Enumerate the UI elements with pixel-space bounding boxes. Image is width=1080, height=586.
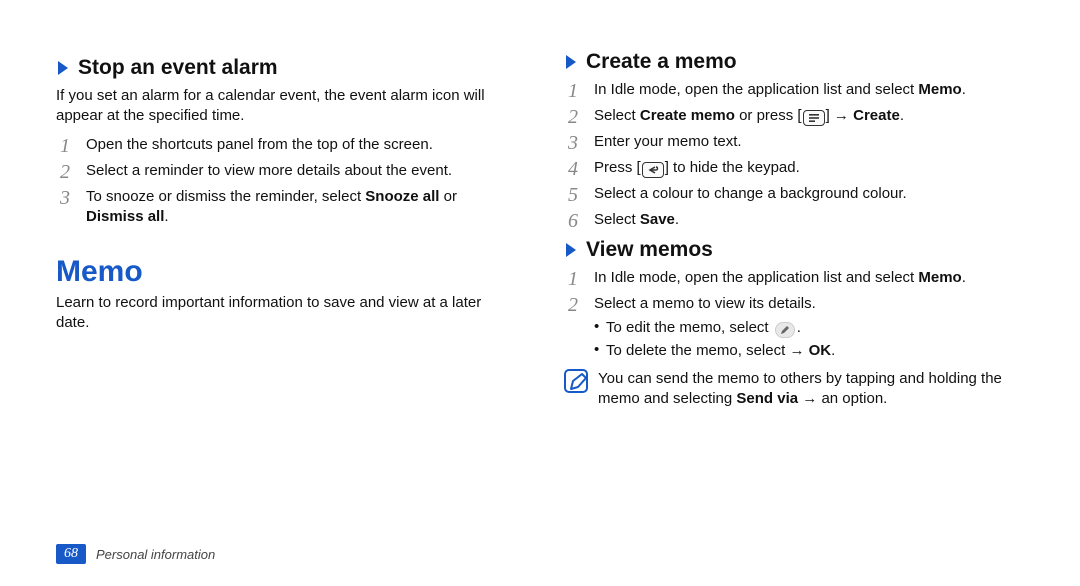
list-item: 1 In Idle mode, open the application lis… bbox=[564, 268, 1024, 290]
step-number: 2 bbox=[564, 106, 582, 128]
step-number: 4 bbox=[564, 158, 582, 180]
list-item: 5 Select a colour to change a background… bbox=[564, 184, 1024, 206]
list-item: 4 Press [] to hide the keypad. bbox=[564, 158, 1024, 180]
section-name: Personal information bbox=[96, 547, 215, 562]
step-number: 2 bbox=[564, 294, 582, 363]
back-key-icon bbox=[642, 162, 664, 178]
list-item: To delete the memo, select → OK. bbox=[594, 341, 835, 361]
memo-intro: Learn to record important information to… bbox=[56, 293, 516, 334]
chevron-right-icon bbox=[564, 240, 578, 264]
step-number: 3 bbox=[564, 132, 582, 154]
step-number: 1 bbox=[56, 135, 74, 157]
step-number: 3 bbox=[56, 187, 74, 228]
list-item: 3 To snooze or dismiss the reminder, sel… bbox=[56, 187, 516, 228]
list-item: 2 Select a reminder to view more details… bbox=[56, 161, 516, 183]
step-number: 6 bbox=[564, 210, 582, 232]
list-item: 2 Select a memo to view its details. To … bbox=[564, 294, 1024, 363]
list-item: 2 Select Create memo or press [] → Creat… bbox=[564, 106, 1024, 128]
list-item: 6 Select Save. bbox=[564, 210, 1024, 232]
list-item: 3 Enter your memo text. bbox=[564, 132, 1024, 154]
step-number: 1 bbox=[564, 80, 582, 102]
page-footer: 68 Personal information bbox=[56, 544, 215, 564]
list-item: 1 In Idle mode, open the application lis… bbox=[564, 80, 1024, 102]
menu-key-icon bbox=[803, 110, 825, 126]
step-number: 5 bbox=[564, 184, 582, 206]
page-number-badge: 68 bbox=[56, 544, 86, 564]
heading-create-memo: Create a memo bbox=[564, 50, 1024, 76]
heading-stop-alarm: Stop an event alarm bbox=[56, 56, 516, 82]
chevron-right-icon bbox=[564, 52, 578, 76]
list-item: To edit the memo, select . bbox=[594, 318, 835, 338]
list-item: 1 Open the shortcuts panel from the top … bbox=[56, 135, 516, 157]
heading-view-memos: View memos bbox=[564, 238, 1024, 264]
step-number: 2 bbox=[56, 161, 74, 183]
heading-memo: Memo bbox=[56, 255, 516, 289]
stop-alarm-intro: If you set an alarm for a calendar event… bbox=[56, 86, 516, 127]
note-icon bbox=[564, 369, 588, 393]
pencil-icon bbox=[775, 322, 795, 338]
chevron-right-icon bbox=[56, 58, 70, 82]
step-number: 1 bbox=[564, 268, 582, 290]
note-callout: You can send the memo to others by tappi… bbox=[564, 369, 1024, 410]
